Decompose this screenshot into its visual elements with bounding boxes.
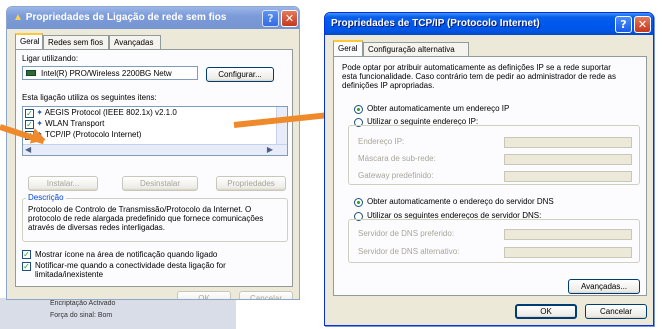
network-card-icon — [26, 70, 36, 76]
right-cancel-button[interactable]: Cancelar — [585, 304, 647, 319]
left-tabs: Geral Redes sem fios Avançadas — [15, 33, 215, 49]
horizontal-scrollbar[interactable]: ◀ ▶ — [23, 144, 287, 155]
network-icon: ▲ — [13, 12, 23, 23]
show-icon-label: Mostrar ícone na área de notificação qua… — [35, 250, 218, 259]
background-status: Encriptação Activado Força do sinal: Bom — [0, 298, 236, 329]
tcpip-properties-dialog: Propriedades de TCP/IP (Protocolo Intern… — [324, 12, 654, 326]
preferred-dns-field[interactable] — [504, 229, 632, 240]
tab-avancadas[interactable]: Avançadas — [109, 35, 161, 49]
show-icon-checkbox[interactable]: ✓ — [22, 250, 31, 259]
wireless-connection-properties-dialog: ▲ Propriedades de Ligação de rede sem fi… — [6, 6, 300, 300]
left-close-button[interactable]: ✕ — [281, 10, 298, 27]
subnet-label: Máscara de sub-rede: — [358, 154, 436, 163]
left-ok-button[interactable]: OK — [177, 291, 231, 299]
description-text: Protocolo de Controlo de Transmissão/Pro… — [28, 205, 264, 232]
protocol-icon: ✦ — [36, 119, 43, 128]
items-label: Esta ligação utiliza os seguintes itens: — [22, 93, 157, 102]
auto-ip-label: Obter automaticamente um endereço IP — [367, 104, 510, 113]
list-item[interactable]: ✓ ✦ TCP/IP (Protocolo Internet) — [25, 130, 265, 140]
adapter-name: Intel(R) PRO/Wireless 2200BG Netw — [41, 69, 172, 78]
auto-dns-label: Obter automaticamente o endereço do serv… — [367, 197, 554, 206]
right-close-button[interactable]: ✕ — [634, 16, 651, 33]
alternate-dns-label: Servidor de DNS alternativo: — [358, 247, 460, 256]
left-cancel-button[interactable]: Cancelar — [239, 291, 293, 299]
install-button[interactable]: Instalar... — [28, 176, 98, 191]
right-titlebar[interactable]: Propriedades de TCP/IP (Protocolo Intern… — [325, 13, 653, 35]
status-line-2: Força do sinal: Bom — [50, 312, 113, 319]
scroll-left-icon[interactable]: ◀ — [25, 145, 31, 154]
ip-address-field[interactable] — [504, 137, 632, 148]
advanced-button[interactable]: Avançadas... — [568, 279, 640, 294]
item-label: WLAN Transport — [45, 119, 105, 128]
item-checkbox[interactable]: ✓ — [25, 120, 34, 129]
notify-checkbox[interactable]: ✓ — [22, 262, 31, 271]
auto-ip-radio[interactable] — [354, 105, 363, 114]
protocol-icon: ✦ — [36, 108, 43, 117]
tab-configuracao-alternativa[interactable]: Configuração alternativa — [363, 42, 469, 56]
gateway-field[interactable] — [504, 171, 632, 182]
subnet-field[interactable] — [504, 154, 632, 165]
configure-button[interactable]: Configurar... — [206, 67, 274, 82]
connect-using-label: Ligar utilizando: — [22, 54, 79, 63]
properties-button[interactable]: Propriedades — [216, 176, 286, 191]
right-help-button[interactable]: ? — [615, 16, 632, 33]
item-label: TCP/IP (Protocolo Internet) — [45, 130, 142, 139]
status-line-1: Encriptação Activado — [50, 300, 116, 307]
gateway-label: Gateway predefinido: — [358, 171, 434, 180]
tab-geral[interactable]: Geral — [15, 33, 43, 49]
list-item[interactable]: ✓ ✦ AEGIS Protocol (IEEE 802.1x) v2.1.0 — [25, 108, 265, 118]
tab-redes-sem-fios[interactable]: Redes sem fios — [43, 35, 109, 49]
ip-address-label: Endereço IP: — [358, 137, 405, 146]
right-general-panel: Pode optar por atribuir automaticamente … — [333, 56, 647, 296]
tab-geral[interactable]: Geral — [333, 40, 363, 56]
right-dialog-title: Propriedades de TCP/IP (Protocolo Intern… — [331, 18, 540, 29]
scroll-right-icon[interactable]: ▶ — [267, 145, 273, 154]
list-item[interactable]: ✓ ✦ WLAN Transport — [25, 119, 265, 129]
notify-label: Notificar-me quando a conectividade dest… — [35, 261, 226, 279]
adapter-box: Intel(R) PRO/Wireless 2200BG Netw — [22, 66, 198, 80]
right-ok-button[interactable]: OK — [515, 304, 577, 319]
auto-dns-radio[interactable] — [354, 198, 363, 207]
description-label: Descrição — [26, 193, 66, 202]
left-help-button[interactable]: ? — [262, 10, 279, 27]
intro-text: Pode optar por atribuir automaticamente … — [342, 63, 616, 90]
preferred-dns-label: Servidor de DNS preferido: — [358, 229, 455, 238]
left-dialog-title: Propriedades de Ligação de rede sem fios — [25, 12, 227, 23]
right-tabs: Geral Configuração alternativa — [333, 40, 533, 56]
left-titlebar[interactable]: ▲ Propriedades de Ligação de rede sem fi… — [7, 7, 299, 29]
left-general-panel: Ligar utilizando: Intel(R) PRO/Wireless … — [15, 49, 293, 287]
components-list[interactable]: ✓ ✦ AEGIS Protocol (IEEE 802.1x) v2.1.0 … — [22, 106, 288, 156]
vertical-scrollbar[interactable] — [276, 107, 287, 145]
alternate-dns-field[interactable] — [504, 247, 632, 258]
uninstall-button[interactable]: Desinstalar — [122, 176, 198, 191]
item-checkbox[interactable]: ✓ — [25, 109, 34, 118]
item-label: AEGIS Protocol (IEEE 802.1x) v2.1.0 — [44, 108, 177, 117]
